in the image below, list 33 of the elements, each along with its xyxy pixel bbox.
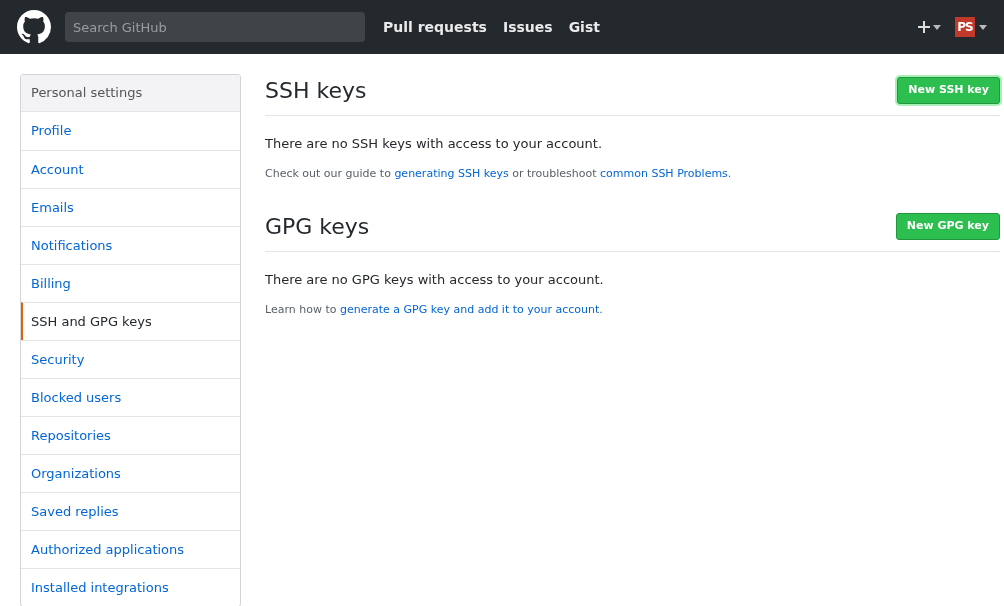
- sidebar-item[interactable]: Profile: [21, 112, 240, 150]
- section-title: SSH keys: [265, 77, 367, 105]
- sidebar-item[interactable]: SSH and GPG keys: [21, 302, 240, 340]
- nav-link[interactable]: Pull requests: [383, 16, 487, 38]
- caret-icon: [933, 24, 941, 30]
- sidebar-item[interactable]: Security: [21, 340, 240, 378]
- sidebar-item[interactable]: Billing: [21, 264, 240, 302]
- sidebar-item[interactable]: Emails: [21, 188, 240, 226]
- sidebar-item[interactable]: Notifications: [21, 226, 240, 264]
- help-text: Check out our guide to generating SSH keys or troubleshoot common SSH Problems.: [265, 165, 733, 182]
- section-title: GPG keys: [265, 213, 370, 241]
- caret-icon: [979, 24, 987, 30]
- nav-link[interactable]: Gist: [568, 16, 600, 38]
- empty-message: There are no GPG keys with access to your account.: [265, 271, 605, 289]
- search-field[interactable]: Search GitHub: [65, 12, 365, 42]
- sidebar-heading: Personal settings: [21, 75, 240, 112]
- help-link[interactable]: common SSH Problems: [600, 166, 728, 180]
- empty-message: There are no SSH keys with access to your account.: [265, 135, 604, 153]
- help-text: Learn how to generate a GPG key and add it to your account.: [265, 301, 604, 318]
- profile-menu-button[interactable]: PS: [955, 17, 987, 37]
- sidebar-item[interactable]: Repositories: [21, 416, 240, 454]
- sidebar-item[interactable]: Organizations: [21, 454, 240, 492]
- sidebar-item[interactable]: Account: [21, 150, 240, 188]
- nav-link[interactable]: Issues: [502, 16, 553, 38]
- sidebar-item[interactable]: Authorized applications: [21, 530, 240, 568]
- github-logo-icon[interactable]: [17, 10, 51, 44]
- avatar: PS: [955, 17, 975, 37]
- sidebar-item[interactable]: Blocked users: [21, 378, 240, 416]
- new-menu-button[interactable]: [917, 20, 941, 34]
- plus-icon: [917, 20, 931, 34]
- sidebar-item[interactable]: Saved replies: [21, 492, 240, 530]
- help-link[interactable]: generating SSH keys: [394, 166, 509, 180]
- sidebar-item[interactable]: Installed integrations: [21, 568, 240, 606]
